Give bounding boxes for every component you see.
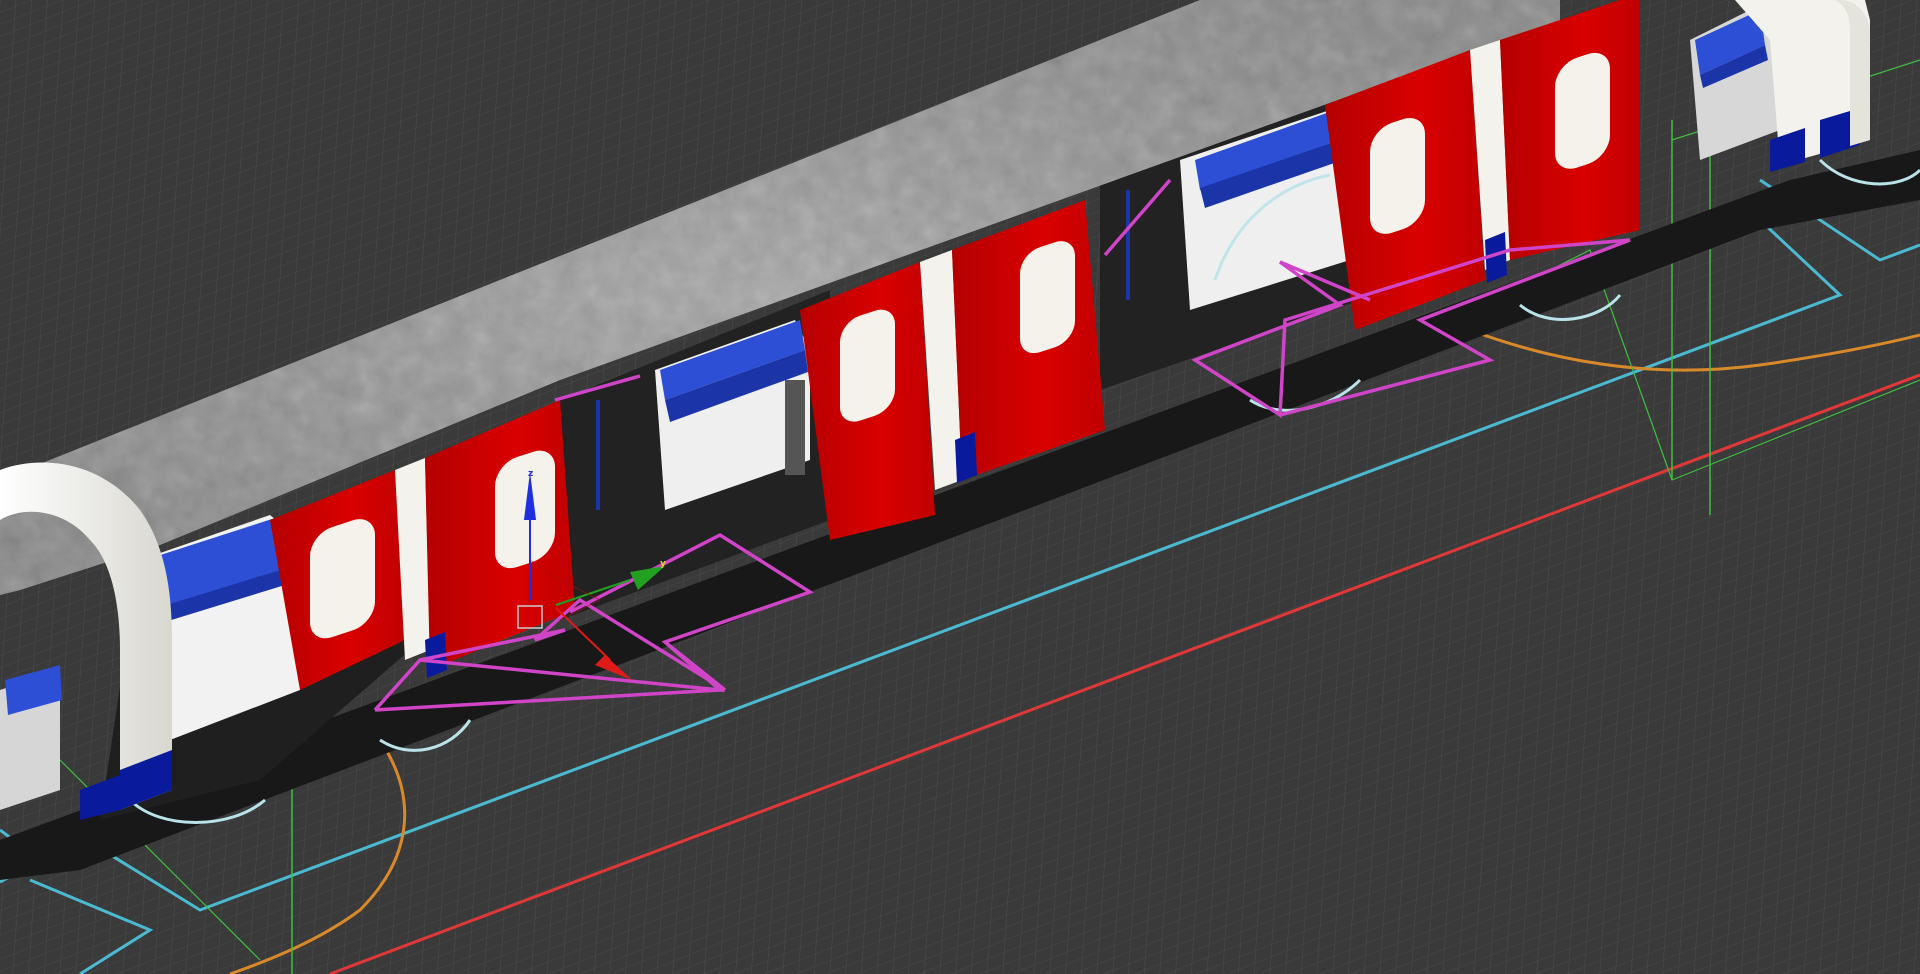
gizmo-z-label: z	[528, 469, 533, 479]
scene-canvas[interactable]: z y	[0, 0, 1920, 974]
gizmo-y-label: y	[660, 559, 666, 569]
3d-viewport[interactable]: z y	[0, 0, 1920, 974]
